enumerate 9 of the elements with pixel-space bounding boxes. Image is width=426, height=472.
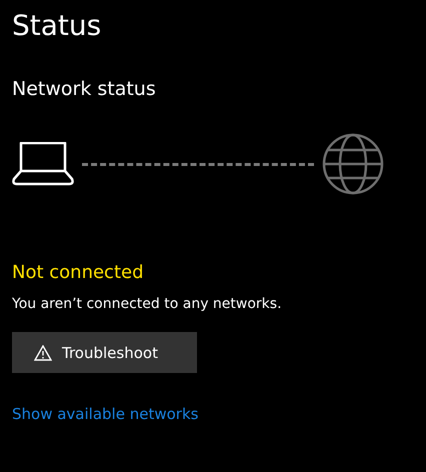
globe-icon [322,133,384,195]
section-heading: Network status [12,77,157,102]
page-title: Status [12,8,102,44]
laptop-icon [12,142,74,186]
warning-icon [34,344,52,360]
show-networks-link[interactable]: Show available networks [12,405,198,423]
connection-status: Not connected [12,261,145,285]
troubleshoot-button[interactable]: Troubleshoot [12,332,197,373]
status-message: You aren’t connected to any networks. [12,295,283,314]
